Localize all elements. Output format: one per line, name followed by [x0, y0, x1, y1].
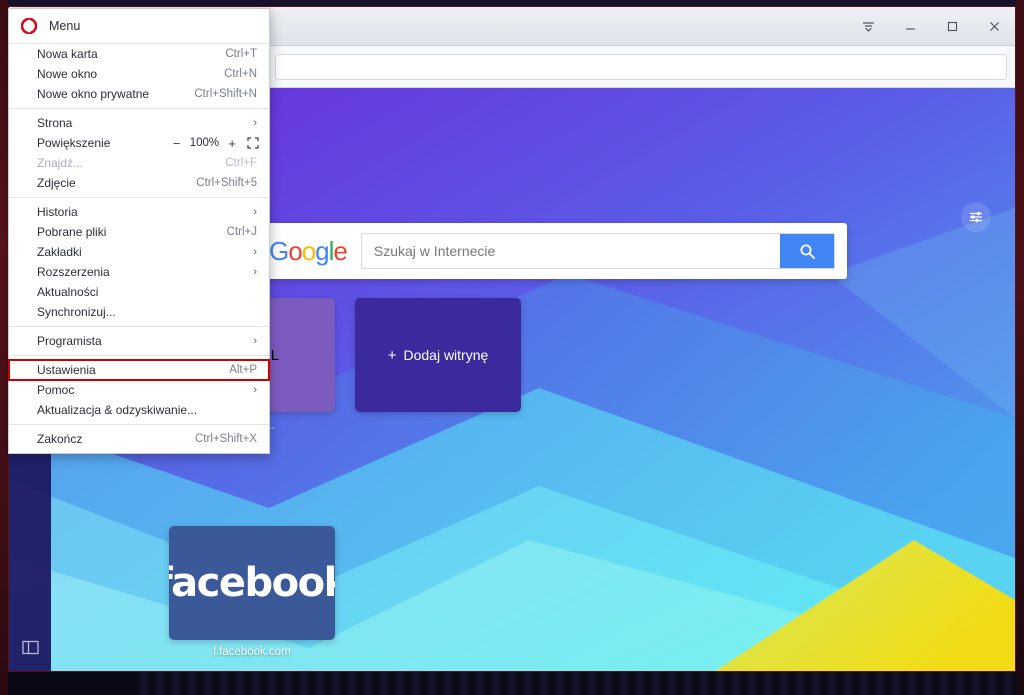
chevron-right-icon: ›: [253, 384, 257, 396]
menu-item-nowe-okno[interactable]: Nowe okno Ctrl+N: [9, 64, 269, 84]
menu-separator: [9, 355, 269, 356]
menu-item-label: Historia: [37, 205, 78, 219]
taskbar: [0, 669, 1024, 695]
zoom-out-button[interactable]: −: [173, 137, 181, 150]
menu-item-historia[interactable]: Historia ›: [9, 202, 269, 222]
menu-title: Menu: [49, 19, 81, 33]
search-card: Google: [257, 223, 847, 279]
menu-item-label: Aktualizacja & odzyskiwanie...: [37, 403, 198, 417]
screen: Google Szukaj w Internecie + Dodaj witry…: [0, 0, 1024, 695]
taskbar-items: [140, 669, 1024, 695]
chevron-right-icon: ›: [253, 246, 257, 258]
menu-item-label: Programista: [37, 334, 102, 348]
menu-item-label: Znajdź...: [37, 156, 84, 170]
close-button[interactable]: [973, 7, 1015, 45]
window-right-border: [1016, 0, 1024, 695]
menu-item-label: Pobrane pliki: [37, 225, 107, 239]
menu-item-label: Rozszerzenia: [37, 265, 110, 279]
menu-item-label: Powiększenie: [37, 136, 111, 150]
fullscreen-icon[interactable]: [247, 137, 259, 149]
menu-item-programista[interactable]: Programista ›: [9, 331, 269, 351]
opera-main-menu: Menu Nowa karta Ctrl+T Nowe okno Ctrl+N Nowe…: [8, 8, 270, 454]
menu-item-rozszerzenia[interactable]: Rozszerzenia ›: [9, 262, 269, 282]
search-input[interactable]: [361, 234, 780, 268]
menu-item-label: Ustawienia: [37, 363, 96, 377]
tile-title-add-site: Dodaj witrynę: [403, 347, 489, 363]
tile-title-facebook: facebook: [169, 560, 335, 606]
address-input[interactable]: [275, 53, 1007, 80]
menu-item-label: Nowe okno prywatne: [37, 87, 150, 101]
menu-item-znajdź: Znajdź... Ctrl+F: [9, 153, 269, 173]
menu-item-label: Synchronizuj...: [37, 305, 116, 319]
window-controls: [847, 7, 1015, 45]
search-submit-button[interactable]: [780, 234, 834, 268]
menu-item-powiększenie[interactable]: Powiększenie −100% +: [9, 133, 269, 153]
zoom-in-button[interactable]: +: [228, 137, 236, 150]
minimize-button[interactable]: [889, 7, 931, 45]
menu-item-label: Strona: [37, 116, 73, 130]
speed-dial-add-site[interactable]: + Dodaj witrynę: [355, 298, 521, 412]
search-input-wrapper: [360, 233, 835, 269]
menu-item-label: Nowe okno: [37, 67, 98, 81]
sliders-icon[interactable]: [961, 202, 991, 232]
menu-item-shortcut: Ctrl+Shift+X: [195, 433, 257, 445]
menu-item-shortcut: Ctrl+T: [225, 48, 257, 60]
menu-item-strona[interactable]: Strona ›: [9, 113, 269, 133]
menu-header: Menu: [9, 9, 269, 44]
sidebar-panel-icon[interactable]: [17, 634, 43, 660]
menu-item-shortcut: Ctrl+N: [224, 68, 257, 80]
menu-separator: [9, 326, 269, 327]
speed-dial-tile-facebook[interactable]: facebook: [169, 526, 335, 640]
chevron-right-icon: ›: [253, 266, 257, 278]
menu-item-label: Zdjęcie: [37, 176, 76, 190]
zoom-controls: −100% +: [173, 137, 259, 150]
menu-item-zdjęcie[interactable]: Zdjęcie Ctrl+Shift+5: [9, 173, 269, 193]
menu-separator: [9, 197, 269, 198]
maximize-button[interactable]: [931, 7, 973, 45]
tab-list-button[interactable]: [847, 7, 889, 45]
menu-item-aktualizacja-&-odzyskiwanie[interactable]: Aktualizacja & odzyskiwanie...: [9, 400, 269, 420]
menu-item-shortcut: Ctrl+Shift+5: [196, 177, 257, 189]
window-left-border: [0, 0, 8, 695]
menu-item-shortcut: Alt+P: [229, 364, 257, 376]
menu-item-label: Pomoc: [37, 383, 75, 397]
menu-item-label: Zakładki: [37, 245, 82, 259]
menu-item-pobrane-pliki[interactable]: Pobrane pliki Ctrl+J: [9, 222, 269, 242]
chevron-right-icon: ›: [253, 206, 257, 218]
menu-item-aktualności[interactable]: Aktualności: [9, 282, 269, 302]
google-logo: Google: [269, 235, 348, 266]
menu-separator: [9, 424, 269, 425]
menu-item-zakończ[interactable]: Zakończ Ctrl+Shift+X: [9, 429, 269, 449]
opera-logo-icon: [20, 17, 38, 35]
plus-icon: +: [387, 346, 397, 364]
menu-item-nowa-karta[interactable]: Nowa karta Ctrl+T: [9, 44, 269, 64]
menu-item-zakładki[interactable]: Zakładki ›: [9, 242, 269, 262]
menu-item-shortcut: Ctrl+J: [226, 226, 257, 238]
zoom-level-value: 100%: [189, 137, 220, 149]
menu-item-label: Zakończ: [37, 432, 83, 446]
menu-item-label: Nowa karta: [37, 47, 98, 61]
menu-item-shortcut: Ctrl+F: [225, 157, 257, 169]
menu-item-label: Aktualności: [37, 285, 99, 299]
menu-item-nowe-okno-prywatne[interactable]: Nowe okno prywatne Ctrl+Shift+N: [9, 84, 269, 104]
menu-item-synchronizuj[interactable]: Synchronizuj...: [9, 302, 269, 322]
menu-item-pomoc[interactable]: Pomoc ›: [9, 380, 269, 400]
menu-item-shortcut: Ctrl+Shift+N: [194, 88, 257, 100]
menu-body: Nowa karta Ctrl+T Nowe okno Ctrl+N Nowe okno…: [8, 44, 270, 449]
chevron-right-icon: ›: [253, 335, 257, 347]
chevron-right-icon: ›: [253, 117, 257, 129]
tile-caption-facebook: l.facebook.com: [213, 646, 291, 658]
menu-separator: [9, 108, 269, 109]
menu-item-ustawienia[interactable]: Ustawienia Alt+P: [8, 359, 270, 381]
